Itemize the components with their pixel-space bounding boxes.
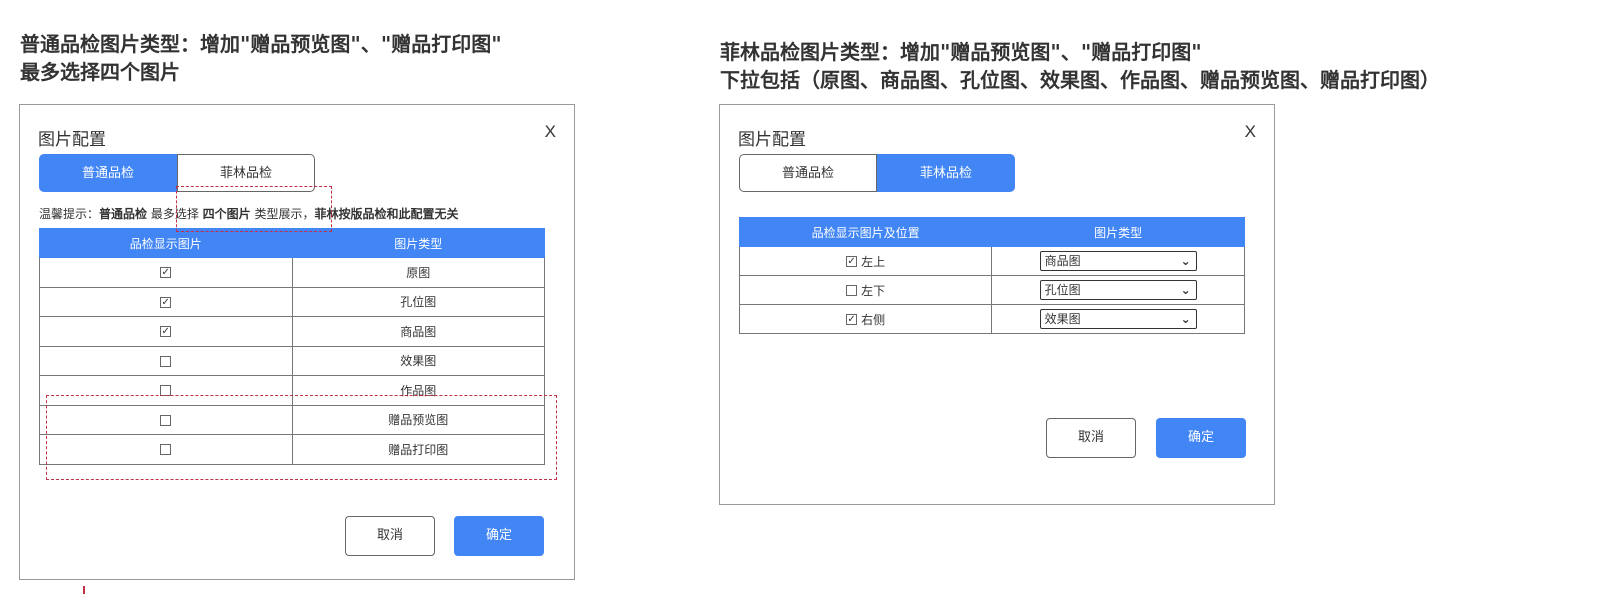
image-type-cell: 效果图 ⌄	[991, 304, 1245, 334]
image-type-table: 品检显示图片 图片类型 ✓ 原图 ✓ 孔位图 ✓ 商品图 效果图 作品图 赠品预览图 赠品打印图	[39, 228, 545, 465]
checkbox-checked[interactable]: ✓	[846, 313, 858, 325]
display-cell: ✓	[39, 286, 293, 317]
position-type-table: 品检显示图片及位置 图片类型 ✓ 左上 商品图 ⌄ 左下 孔位图 ⌄ ✓ 右侧 效果图 ⌄	[738, 217, 1245, 334]
header-type: 图片类型	[291, 228, 545, 258]
position-label: 左下	[861, 283, 886, 298]
dialog-title: 图片配置	[738, 130, 806, 150]
dialog-title: 图片配置	[38, 130, 106, 150]
display-cell	[39, 434, 293, 465]
table-row: 左下 孔位图 ⌄	[738, 275, 1245, 305]
table-row: 作品图	[39, 375, 545, 406]
select-value: 效果图	[1044, 312, 1081, 326]
chevron-down-icon: ⌄	[1180, 254, 1191, 268]
image-type-select[interactable]: 效果图 ⌄	[1039, 309, 1197, 329]
checkbox-unchecked[interactable]	[160, 385, 172, 397]
annotation-mark	[83, 586, 85, 594]
image-type-select[interactable]: 孔位图 ⌄	[1039, 280, 1197, 300]
checkbox-checked[interactable]: ✓	[160, 267, 172, 279]
image-config-dialog-film: 图片配置 X 普通品检 菲林品检 品检显示图片及位置 图片类型 ✓ 左上 商品图 ⌄ 左…	[719, 104, 1275, 505]
table-row: 赠品预览图	[39, 404, 545, 435]
tip-text: 温馨提示：普通品检 最多选择 四个图片 类型展示，菲林按版品检和此配置无关	[39, 205, 459, 222]
right-heading-line2: 下拉包括（原图、商品图、孔位图、效果图、作品图、赠品预览图、赠品打印图）	[720, 68, 1440, 92]
table-header-row: 品检显示图片及位置 图片类型	[738, 217, 1245, 247]
tip-bold-four: 四个图片	[202, 207, 251, 221]
table-row: ✓ 原图	[39, 257, 545, 288]
tip-bold-film: 菲林按版品检和此配置无关	[314, 207, 459, 221]
display-cell: ✓	[39, 316, 293, 347]
image-type-cell: 商品图	[291, 316, 545, 347]
checkbox-unchecked[interactable]	[160, 444, 172, 456]
tip-mid1: 最多选择	[147, 207, 203, 221]
header-display: 品检显示图片	[39, 228, 293, 258]
position-cell: 左下	[738, 275, 993, 305]
left-heading: 普通品检图片类型：增加"赠品预览图"、"赠品打印图" 最多选择四个图片	[20, 30, 502, 86]
image-type-cell: 商品图 ⌄	[991, 246, 1245, 276]
checkbox-checked[interactable]: ✓	[160, 326, 172, 338]
table-row: ✓ 右侧 效果图 ⌄	[738, 304, 1245, 334]
table-row: 赠品打印图	[39, 434, 545, 465]
tab-normal-inspection[interactable]: 普通品检	[739, 154, 877, 192]
image-type-cell: 原图	[291, 257, 545, 288]
checkbox-unchecked[interactable]	[160, 355, 172, 367]
select-value: 孔位图	[1044, 283, 1081, 297]
tab-normal-inspection[interactable]: 普通品检	[39, 154, 177, 192]
chevron-down-icon: ⌄	[1180, 312, 1191, 326]
tip-mid2: 类型展示，	[250, 207, 315, 221]
inspection-tabs: 普通品检 菲林品检	[39, 154, 315, 192]
chevron-down-icon: ⌄	[1180, 283, 1191, 297]
cancel-button[interactable]: 取消	[345, 516, 435, 556]
display-cell	[39, 375, 293, 406]
position-label: 左上	[861, 254, 886, 269]
position-cell: ✓ 右侧	[738, 304, 993, 334]
checkbox-checked[interactable]: ✓	[160, 296, 172, 308]
close-icon[interactable]: X	[1245, 122, 1256, 142]
display-cell: ✓	[39, 257, 293, 288]
table-row: 效果图	[39, 345, 545, 376]
image-type-cell: 赠品预览图	[291, 404, 545, 435]
cancel-button[interactable]: 取消	[1046, 418, 1136, 458]
image-type-cell: 赠品打印图	[291, 434, 545, 465]
table-row: ✓ 左上 商品图 ⌄	[738, 246, 1245, 276]
right-heading-line1: 菲林品检图片类型：增加"赠品预览图"、"赠品打印图"	[720, 40, 1202, 64]
position-cell: ✓ 左上	[738, 246, 993, 276]
header-position: 品检显示图片及位置	[738, 217, 993, 247]
left-heading-line2: 最多选择四个图片	[20, 60, 180, 84]
tab-film-inspection[interactable]: 菲林品检	[177, 154, 315, 192]
table-row: ✓ 孔位图	[39, 286, 545, 317]
table-row: ✓ 商品图	[39, 316, 545, 347]
display-cell	[39, 404, 293, 435]
image-type-cell: 作品图	[291, 375, 545, 406]
image-type-cell: 孔位图	[291, 286, 545, 317]
checkbox-unchecked[interactable]	[846, 284, 858, 296]
checkbox-unchecked[interactable]	[160, 414, 172, 426]
display-cell	[39, 345, 293, 376]
checkbox-checked[interactable]: ✓	[846, 255, 858, 267]
confirm-button[interactable]: 确定	[454, 516, 544, 556]
right-heading: 菲林品检图片类型：增加"赠品预览图"、"赠品打印图" 下拉包括（原图、商品图、孔…	[720, 38, 1440, 94]
tip-prefix: 温馨提示：	[39, 207, 100, 221]
image-type-cell: 孔位图 ⌄	[991, 275, 1245, 305]
left-heading-line1: 普通品检图片类型：增加"赠品预览图"、"赠品打印图"	[20, 32, 502, 56]
select-value: 商品图	[1044, 254, 1081, 268]
image-type-cell: 效果图	[291, 345, 545, 376]
close-icon[interactable]: X	[545, 122, 556, 142]
inspection-tabs: 普通品检 菲林品检	[739, 154, 1015, 192]
table-header-row: 品检显示图片 图片类型	[39, 228, 545, 258]
confirm-button[interactable]: 确定	[1156, 418, 1246, 458]
tab-film-inspection[interactable]: 菲林品检	[877, 154, 1015, 192]
header-type: 图片类型	[991, 217, 1245, 247]
position-label: 右侧	[861, 312, 886, 327]
image-type-select[interactable]: 商品图 ⌄	[1039, 251, 1197, 271]
image-config-dialog-normal: 图片配置 X 普通品检 菲林品检 温馨提示：普通品检 最多选择 四个图片 类型展…	[19, 104, 575, 580]
tip-bold-normal: 普通品检	[99, 207, 148, 221]
